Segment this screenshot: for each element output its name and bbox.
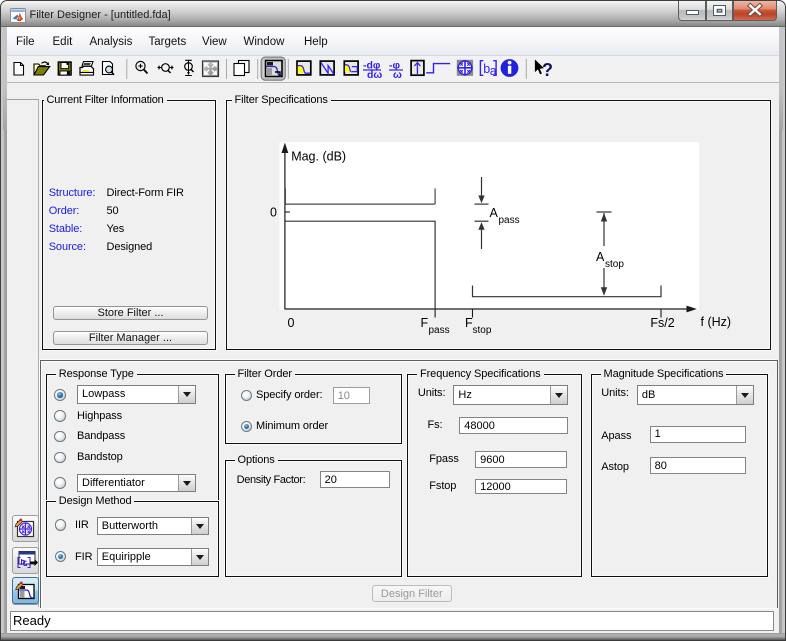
svg-text:?: ?	[542, 60, 553, 80]
svg-text:stop: stop	[605, 259, 624, 270]
svg-text:dω: dω	[367, 69, 382, 81]
svg-text:Fs/2: Fs/2	[650, 316, 674, 330]
svg-text:A: A	[489, 206, 498, 220]
svg-text:Mag. (dB): Mag. (dB)	[291, 150, 346, 164]
svg-text:pass: pass	[498, 215, 519, 226]
svg-text:pass: pass	[428, 325, 449, 336]
svg-text:stop: stop	[472, 325, 491, 336]
svg-text:A: A	[596, 250, 605, 264]
svg-text:a: a	[490, 64, 497, 78]
svg-text:f (Hz): f (Hz)	[700, 315, 731, 329]
svg-text:ω: ω	[393, 69, 402, 81]
svg-text:0: 0	[270, 206, 277, 220]
svg-text:0: 0	[287, 316, 294, 330]
svg-text:F: F	[420, 316, 428, 330]
